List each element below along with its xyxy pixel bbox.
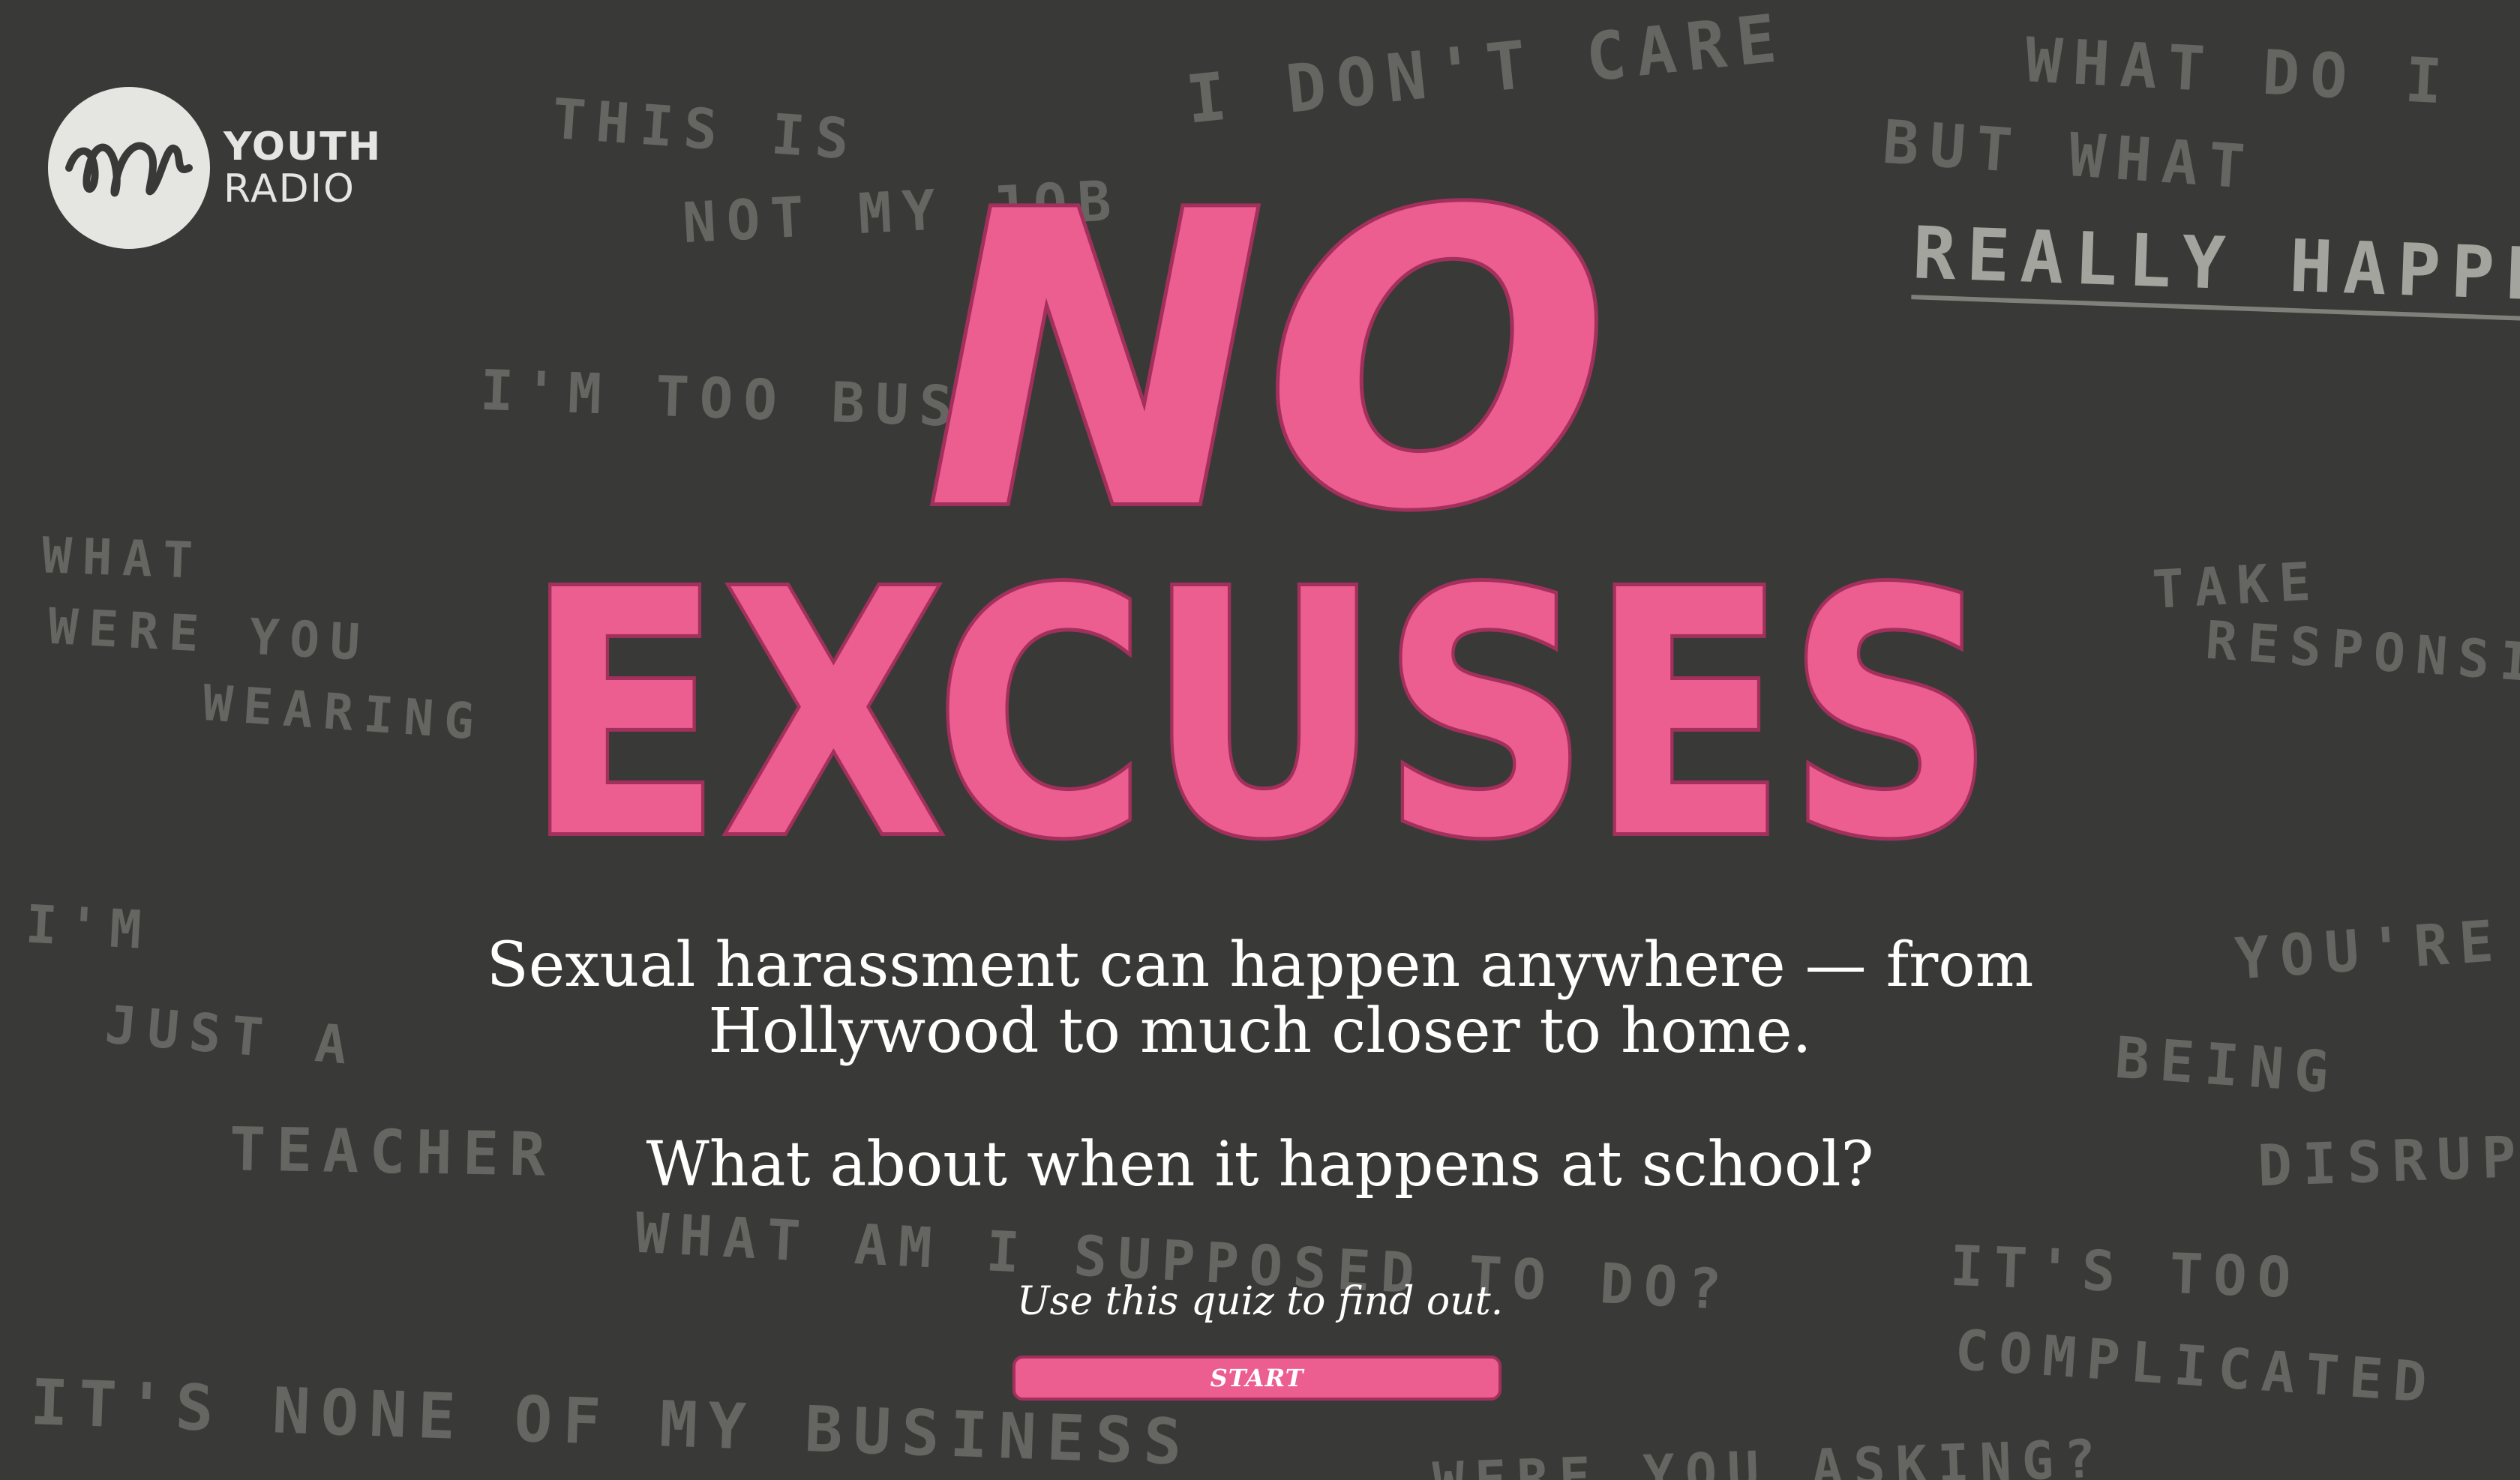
chalk-phrase: WHAT DO I — [2023, 25, 2455, 118]
chalk-phrase: WERE YOU ASKING? — [1431, 1428, 2108, 1480]
intro-line1: Sexual harassment can happen anywhere — … — [486, 930, 2034, 1001]
quiz-cta-text: Use this quiz to find out. — [1016, 1279, 1504, 1324]
chalk-phrase: COMPLICATED — [1952, 1317, 2440, 1416]
intro-question: What about when it happens at school? — [646, 1129, 1874, 1200]
hero-title: NO EXCUSES — [0, 142, 2520, 862]
hero-line2: EXCUSES — [525, 520, 1995, 862]
intro-line2: Hollywood to much closer to home. — [708, 996, 1812, 1067]
intro-paragraph: Sexual harassment can happen anywhere — … — [0, 933, 2520, 1065]
chalk-phrase: I DON'T CARE — [1182, 0, 1790, 139]
start-button[interactable]: START — [1012, 1356, 1502, 1401]
